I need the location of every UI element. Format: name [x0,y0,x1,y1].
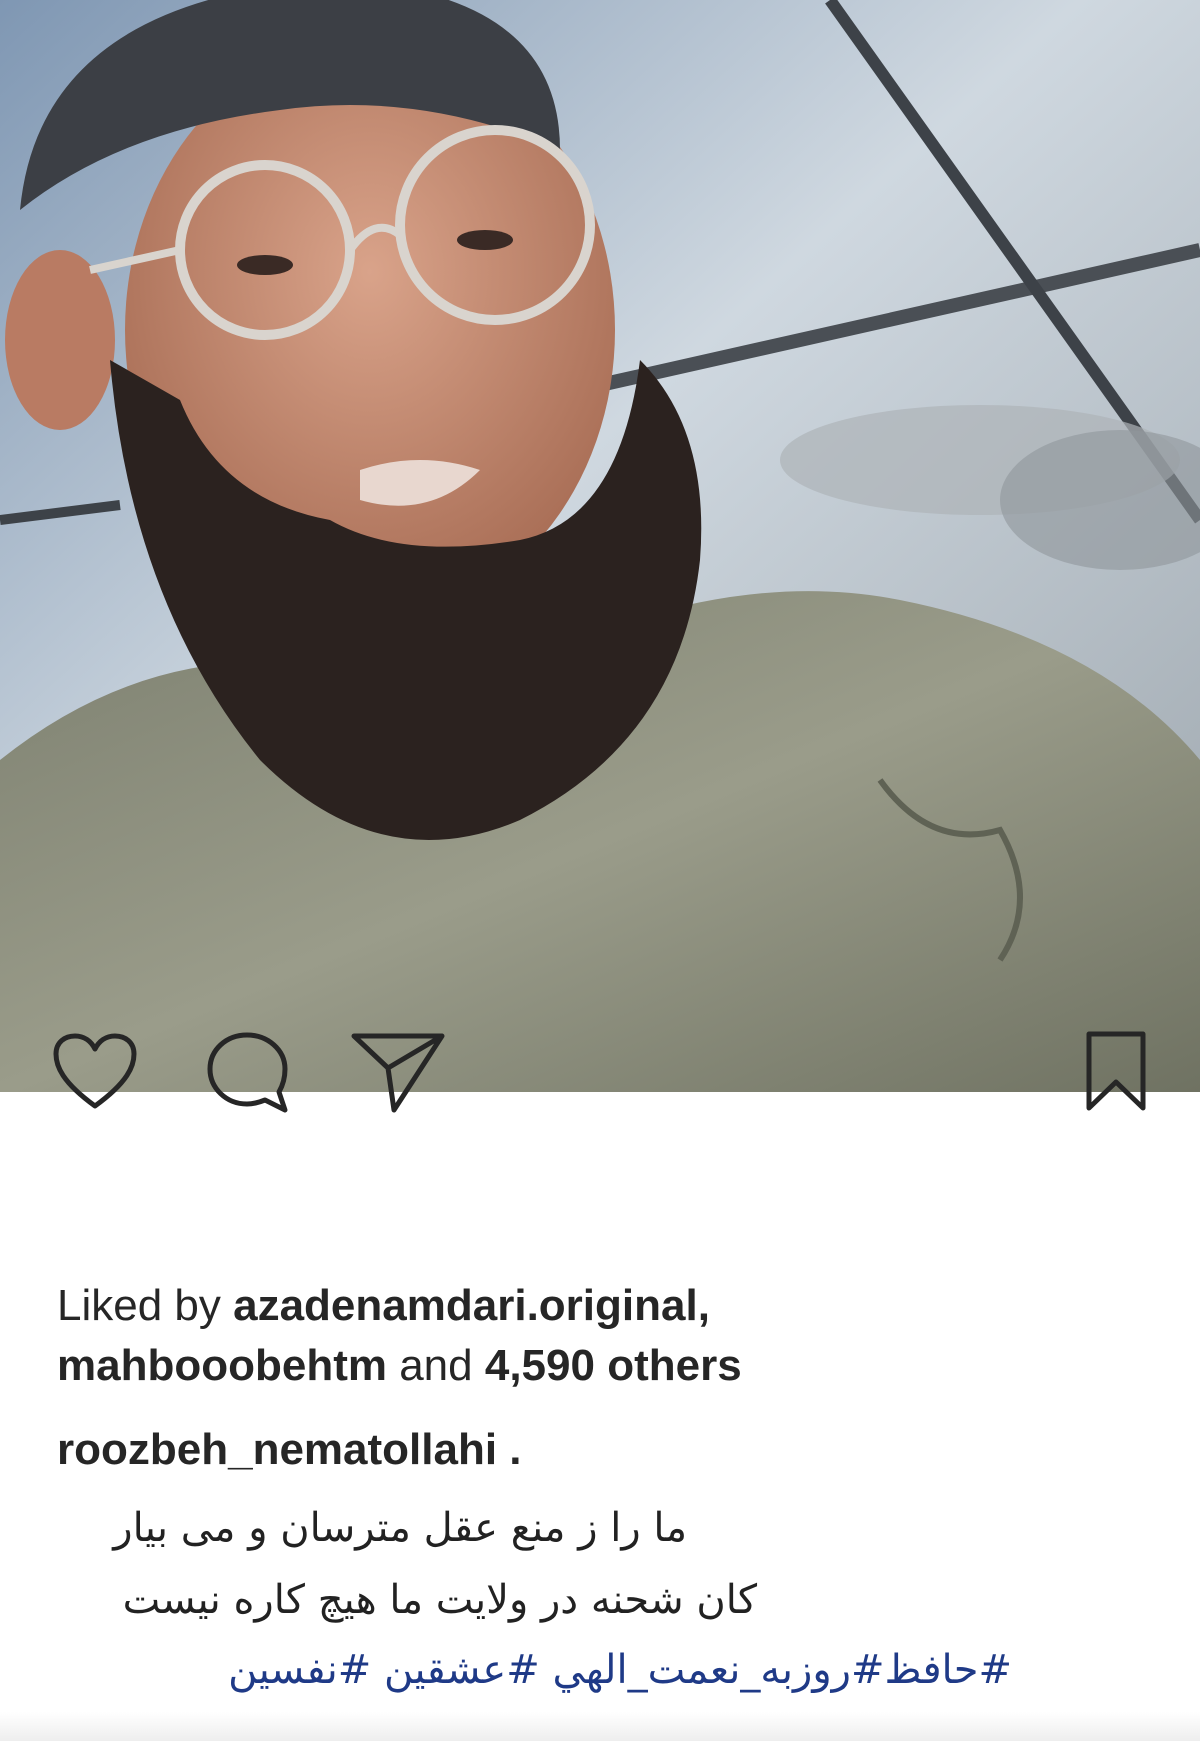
caption-line-1: ما را ز منع عقل مترسان و می بیار [113,1505,687,1551]
hashtag[interactable]: #نفسين [228,1647,371,1693]
caption-author: roozbeh_nematollahi . [57,1420,522,1480]
comment-icon[interactable] [205,1030,291,1114]
liker-username-2[interactable]: mahbooobehtm [57,1341,387,1390]
hashtag[interactable]: #عشقين [384,1647,540,1693]
likes-others-count[interactable]: 4,590 others [485,1341,742,1390]
caption-suffix: . [497,1425,522,1474]
heart-icon[interactable] [52,1032,138,1112]
selfie-illustration [0,0,1200,1092]
caption-username[interactable]: roozbeh_nematollahi [57,1425,497,1474]
caption-line-2: کان شحنه در ولایت ما هیچ کاره نیست [122,1577,757,1623]
likes-middle: and [386,1341,485,1390]
likes-prefix: Liked by [57,1281,234,1330]
post-image[interactable] [0,0,1200,1092]
hashtag[interactable]: #حافظ [884,1647,1012,1693]
liker-username-1[interactable]: azadenamdari.original, [233,1281,710,1330]
hashtag[interactable]: #روزبه_نعمت_الهي [553,1647,885,1693]
paper-plane-icon[interactable] [350,1030,446,1114]
bottom-divider [0,1712,1200,1741]
post-actions-bar [0,1031,1200,1262]
bookmark-icon[interactable] [1083,1030,1149,1114]
likes-summary: Liked by azadenamdari.original, mahbooob… [57,1276,1157,1396]
hashtags: #حافظ#روزبه_نعمت_الهي #عشقين #نفسين [57,1640,1012,1700]
